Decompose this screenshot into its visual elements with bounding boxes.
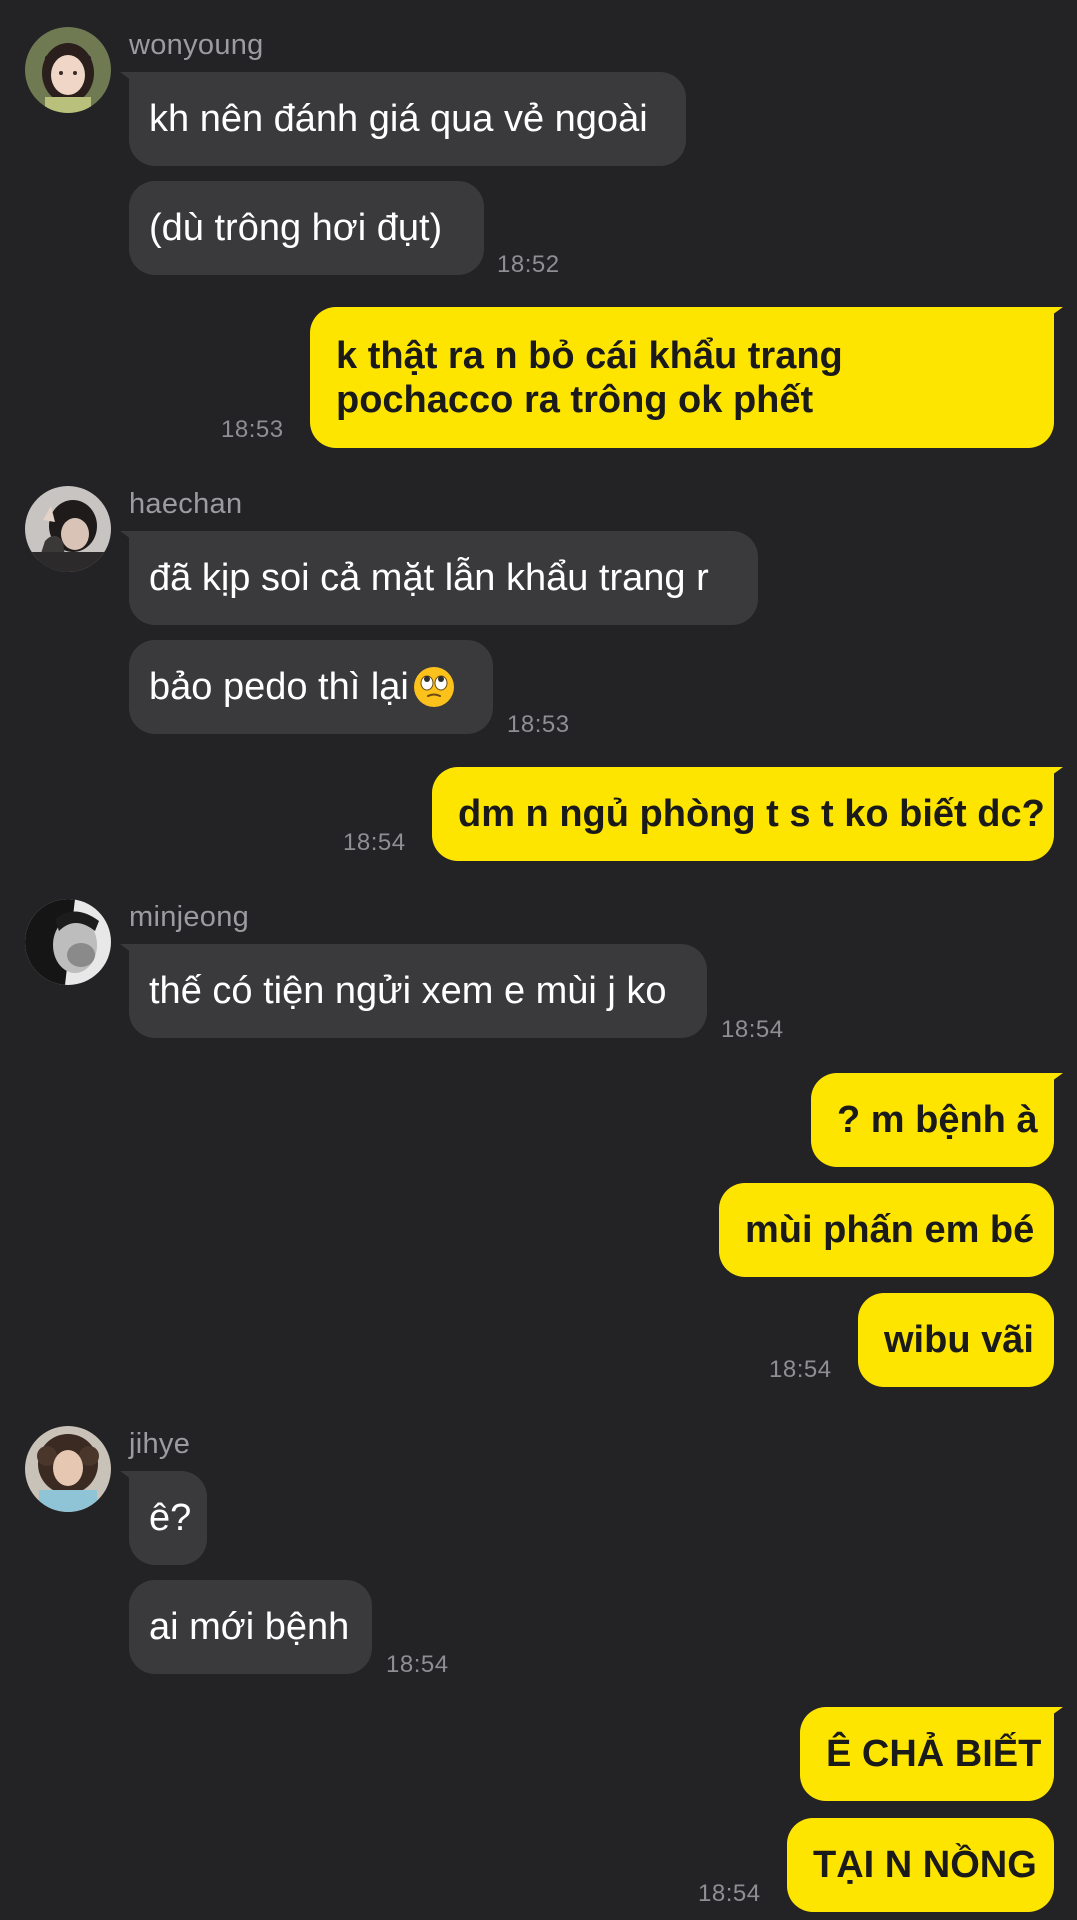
sender-name: haechan <box>129 488 243 520</box>
message-timestamp: 18:54 <box>343 829 406 856</box>
message-text: ? m bệnh à <box>837 1099 1038 1141</box>
message-text: TẠI N NỒNG <box>813 1844 1037 1886</box>
message-bubble-incoming[interactable]: (dù trông hơi đụt) <box>129 181 484 275</box>
message-bubble-incoming[interactable]: ai mới bệnh <box>129 1580 372 1674</box>
message-timestamp: 18:54 <box>769 1356 832 1383</box>
message-timestamp: 18:54 <box>386 1651 449 1678</box>
sender-name: wonyoung <box>129 29 264 61</box>
message-bubble-outgoing[interactable]: dm n ngủ phòng t s t ko biết dc? <box>432 767 1054 861</box>
message-timestamp: 18:53 <box>221 416 284 443</box>
avatar-minjeong[interactable] <box>25 899 111 985</box>
message-bubble-outgoing[interactable]: ? m bệnh à <box>811 1073 1054 1167</box>
message-bubble-incoming[interactable]: bảo pedo thì lại <box>129 640 493 734</box>
message-text: thế có tiện ngửi xem e mùi j ko <box>149 970 667 1012</box>
message-text: ê? <box>149 1497 192 1539</box>
message-bubble-incoming[interactable]: đã kịp soi cả mặt lẫn khẩu trang r <box>129 531 758 625</box>
message-timestamp: 18:54 <box>721 1016 784 1043</box>
face-with-rolling-eyes-emoji <box>413 667 454 707</box>
message-text: dm n ngủ phòng t s t ko biết dc? <box>458 793 1045 835</box>
sender-name: jihye <box>129 1428 191 1460</box>
message-bubble-incoming[interactable]: thế có tiện ngửi xem e mùi j ko <box>129 944 707 1038</box>
sender-name: minjeong <box>129 901 250 933</box>
message-bubble-incoming[interactable]: ê? <box>129 1471 207 1565</box>
message-text: (dù trông hơi đụt) <box>149 207 443 249</box>
message-text: kh nên đánh giá qua vẻ ngoài <box>149 98 648 140</box>
message-bubble-outgoing[interactable]: Ê CHẢ BIẾT <box>800 1707 1054 1801</box>
avatar-jihye[interactable] <box>25 1426 111 1512</box>
message-timestamp: 18:53 <box>507 711 570 738</box>
message-text: bảo pedo thì lại <box>149 666 409 708</box>
message-text: Ê CHẢ BIẾT <box>826 1733 1042 1775</box>
chat-thread[interactable]: wonyoung kh nên đánh giá qua vẻ ngoài (d… <box>0 0 1077 1920</box>
message-text: đã kịp soi cả mặt lẫn khẩu trang r <box>149 557 709 599</box>
message-text: ai mới bệnh <box>149 1606 350 1648</box>
message-bubble-outgoing[interactable]: TẠI N NỒNG <box>787 1818 1054 1912</box>
avatar-wonyoung[interactable] <box>25 27 111 113</box>
message-text: mùi phấn em bé <box>745 1209 1035 1251</box>
message-text: k thật ra n bỏ cái khẩu trang pochacco r… <box>336 334 843 421</box>
message-timestamp: 18:54 <box>698 1880 761 1907</box>
message-timestamp: 18:52 <box>497 251 560 278</box>
message-text: wibu vãi <box>884 1319 1034 1361</box>
avatar-haechan[interactable] <box>25 486 111 572</box>
message-bubble-incoming[interactable]: kh nên đánh giá qua vẻ ngoài <box>129 72 686 166</box>
message-bubble-outgoing[interactable]: wibu vãi <box>858 1293 1054 1387</box>
message-bubble-outgoing[interactable]: mùi phấn em bé <box>719 1183 1054 1277</box>
message-bubble-outgoing[interactable]: k thật ra n bỏ cái khẩu trang pochacco r… <box>310 307 1054 448</box>
